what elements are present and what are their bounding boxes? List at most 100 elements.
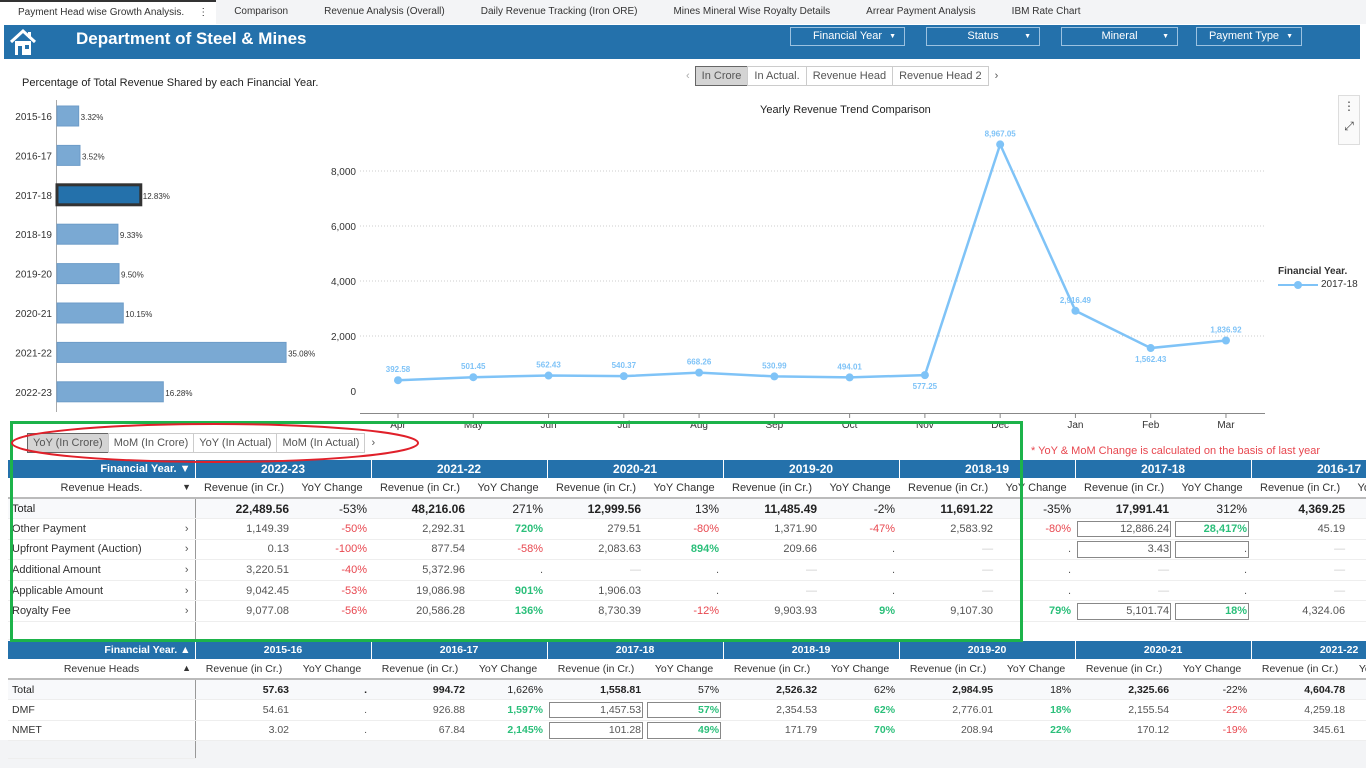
next-icon[interactable]: › bbox=[989, 70, 1005, 82]
financial-year-sort[interactable]: Financial Year. ▲ bbox=[8, 641, 196, 659]
tab-comparison[interactable]: Comparison bbox=[216, 0, 306, 24]
yoy-change-cell: . bbox=[293, 679, 372, 701]
yoy-change-cell: 720% bbox=[469, 518, 548, 540]
yoy-change-cell: 62% bbox=[821, 699, 900, 721]
yoy-change-cell: 79% bbox=[997, 600, 1076, 623]
sort-icon[interactable]: ▲ bbox=[182, 663, 191, 673]
row-label[interactable]: Applicable Amount › bbox=[8, 580, 196, 602]
chevron-down-icon: ▼ bbox=[889, 33, 896, 40]
data-point[interactable] bbox=[469, 373, 478, 382]
yoy-change-cell: 9% bbox=[821, 600, 900, 623]
tab-revenue-analysis[interactable]: Revenue Analysis (Overall) bbox=[306, 0, 463, 24]
bar[interactable] bbox=[56, 105, 80, 127]
in-actual-button[interactable]: In Actual. bbox=[747, 66, 807, 86]
revenue-cell: 48,216.06 bbox=[371, 498, 470, 520]
revenue-cell: 11,691.22 bbox=[899, 498, 998, 520]
in-crore-button[interactable]: In Crore bbox=[694, 66, 749, 86]
revenue-cell: 5,101.74 bbox=[1075, 600, 1174, 623]
revenue-cell: 2,155.54 bbox=[1075, 699, 1174, 721]
tab-ibm-rate-chart[interactable]: IBM Rate Chart bbox=[994, 0, 1099, 24]
table-row: Applicable Amount › 9,042.45 -53% 19,086.98 9… bbox=[8, 580, 1366, 602]
bar[interactable] bbox=[56, 263, 120, 285]
row-label[interactable]: Other Payment › bbox=[8, 518, 196, 540]
revenue-heads-header[interactable]: Revenue Heads ▲ bbox=[8, 659, 195, 680]
revenue-cell: — bbox=[723, 559, 822, 581]
sort-icon[interactable]: ▼ bbox=[182, 482, 191, 492]
revenue-cell: — bbox=[1251, 580, 1350, 602]
bar[interactable] bbox=[56, 144, 81, 166]
chart-legend: Financial Year. 2017-18 bbox=[1278, 266, 1358, 290]
yoy-change-cell: 901% bbox=[469, 580, 548, 602]
x-tick-label: Apr bbox=[390, 420, 406, 431]
expand-icon[interactable]: ⤢ bbox=[1339, 116, 1359, 136]
data-point[interactable] bbox=[996, 140, 1005, 149]
bar[interactable] bbox=[56, 223, 119, 245]
year-header: 2015-16 bbox=[195, 641, 372, 659]
revenue-cell: 4,259.18 bbox=[1251, 699, 1350, 721]
payment-type-filter[interactable]: Payment Type ▼ bbox=[1196, 27, 1302, 46]
bar[interactable] bbox=[56, 381, 164, 403]
yoy-crore-button[interactable]: YoY (In Crore) bbox=[27, 433, 109, 453]
data-point[interactable] bbox=[1221, 336, 1230, 345]
yoy-actual-button[interactable]: YoY (In Actual) bbox=[193, 433, 278, 453]
bar[interactable] bbox=[56, 302, 124, 324]
expand-chevron-icon[interactable]: › bbox=[185, 543, 189, 555]
mineral-filter[interactable]: Mineral ▼ bbox=[1061, 27, 1178, 46]
tab-arrear-payment[interactable]: Arrear Payment Analysis bbox=[848, 0, 994, 24]
row-label[interactable]: Additional Amount › bbox=[8, 559, 196, 581]
yoy-change-cell: -19% bbox=[1173, 720, 1252, 742]
financial-year-sort[interactable]: Financial Year. ▼ bbox=[8, 460, 196, 478]
yoy-change-cell bbox=[1349, 580, 1366, 602]
data-point[interactable] bbox=[1071, 306, 1080, 315]
expand-chevron-icon[interactable]: › bbox=[185, 585, 189, 597]
revenue-head-2-button[interactable]: Revenue Head 2 bbox=[892, 66, 989, 86]
revenue-heads-header[interactable]: Revenue Heads. ▼ bbox=[8, 478, 195, 499]
expand-chevron-icon[interactable]: › bbox=[185, 564, 189, 576]
data-label: 1,562.43 bbox=[1135, 355, 1167, 364]
data-point[interactable] bbox=[695, 368, 704, 377]
tab-daily-revenue[interactable]: Daily Revenue Tracking (Iron ORE) bbox=[463, 0, 656, 24]
data-point[interactable] bbox=[1146, 344, 1155, 353]
yoy-change-cell bbox=[1349, 699, 1366, 721]
yoy-change-cell: -22% bbox=[1173, 699, 1252, 721]
financial-year-filter[interactable]: Financial Year ▼ bbox=[790, 27, 905, 46]
bar[interactable] bbox=[56, 341, 287, 363]
yoy-change-cell: . bbox=[1173, 539, 1252, 561]
revenue-head-button[interactable]: Revenue Head bbox=[805, 66, 894, 86]
data-point[interactable] bbox=[544, 371, 553, 380]
status-filter[interactable]: Status ▼ bbox=[926, 27, 1040, 46]
y-tick-label: 4,000 bbox=[331, 277, 356, 288]
bar[interactable] bbox=[55, 183, 143, 207]
data-point[interactable] bbox=[770, 372, 779, 381]
yoy-change-cell: . bbox=[469, 559, 548, 581]
revenue-cell: 926.88 bbox=[371, 699, 470, 721]
yoy-change-cell: . bbox=[293, 720, 372, 742]
row-label[interactable]: Upfront Payment (Auction) › bbox=[8, 539, 196, 561]
mom-actual-button[interactable]: MoM (In Actual) bbox=[276, 433, 366, 453]
legend-item[interactable]: 2017-18 bbox=[1278, 279, 1358, 290]
mom-crore-button[interactable]: MoM (In Crore) bbox=[107, 433, 195, 453]
expand-chevron-icon[interactable]: › bbox=[185, 523, 189, 535]
next-icon[interactable]: › bbox=[365, 437, 381, 449]
row-label[interactable]: Royalty Fee › bbox=[8, 600, 196, 623]
table-row: Additional Amount › 3,220.51 -40% 5,372.96. —… bbox=[8, 559, 1366, 581]
data-point[interactable] bbox=[920, 371, 929, 380]
prev-icon[interactable]: ‹ bbox=[680, 70, 696, 82]
data-point[interactable] bbox=[845, 373, 854, 382]
data-point[interactable] bbox=[394, 376, 402, 385]
tab-mines-mineral-royalty[interactable]: Mines Mineral Wise Royalty Details bbox=[655, 0, 848, 24]
unit-toggle: ‹ In Crore In Actual. Revenue Head Reven… bbox=[680, 66, 1004, 86]
home-icon[interactable] bbox=[8, 27, 38, 57]
yoy-column-header: YoY Change bbox=[821, 659, 900, 680]
more-options-icon[interactable]: ⋮ bbox=[1339, 96, 1359, 116]
more-options-icon[interactable]: ⋮ bbox=[198, 7, 208, 18]
data-label: 8,967.05 bbox=[985, 129, 1017, 138]
revenue-column-header: Revenue (in Cr.) bbox=[1075, 659, 1174, 680]
expand-chevron-icon[interactable]: › bbox=[185, 605, 189, 617]
data-point[interactable] bbox=[619, 372, 628, 381]
tab-payment-head-growth[interactable]: Payment Head wise Growth Analysis. ⋮ bbox=[0, 0, 217, 24]
yoy-column-header: YoY Change bbox=[1349, 478, 1366, 499]
row-label-text: Additional Amount bbox=[12, 564, 101, 577]
data-label: 668.26 bbox=[687, 358, 712, 367]
yoy-change-cell: 57% bbox=[645, 679, 724, 701]
